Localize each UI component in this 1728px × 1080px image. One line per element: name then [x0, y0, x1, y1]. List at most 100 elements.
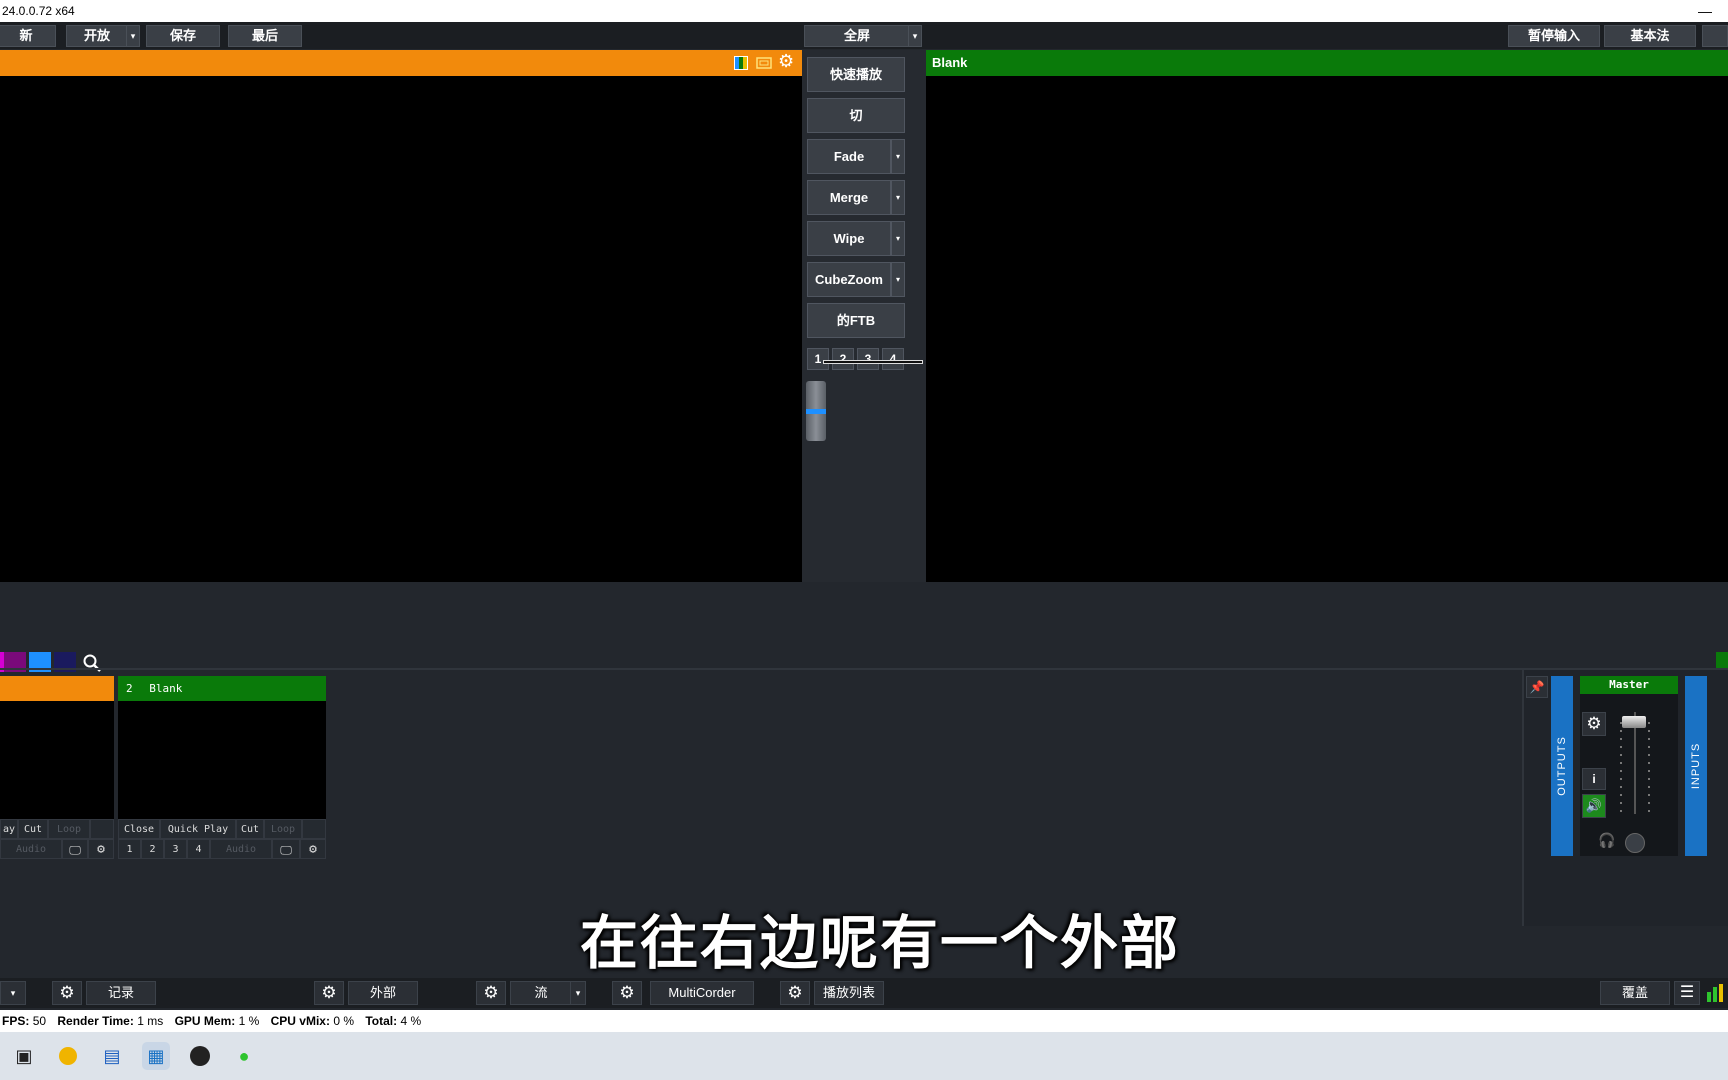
- open-button[interactable]: 开放: [66, 25, 128, 47]
- last-button[interactable]: 最后: [228, 25, 302, 47]
- input-1-loop-button[interactable]: Loop: [48, 819, 90, 839]
- input-2-close-button[interactable]: Close: [118, 819, 160, 839]
- notepad-app-icon[interactable]: ▤: [98, 1042, 126, 1070]
- master-channel-title: Master: [1580, 676, 1678, 694]
- input-2-quick-play-button[interactable]: Quick Play: [160, 819, 236, 839]
- master-fader-handle[interactable]: [1622, 716, 1646, 728]
- input-1-cut-button[interactable]: Cut: [18, 819, 48, 839]
- wipe-dropdown-button[interactable]: ▾: [891, 221, 905, 256]
- cut-button[interactable]: 切: [807, 98, 905, 133]
- master-meter-left: [1620, 716, 1622, 812]
- input-2-overlay-2-button[interactable]: 2: [141, 839, 164, 859]
- menu-icon[interactable]: ☰: [1674, 981, 1700, 1005]
- preview-settings-gear-icon[interactable]: ⚙: [778, 51, 794, 72]
- merge-button[interactable]: Merge: [807, 180, 891, 215]
- stream-settings-gear-icon[interactable]: ⚙: [476, 981, 506, 1005]
- playlist-button[interactable]: 播放列表: [814, 981, 884, 1005]
- minimize-button[interactable]: —: [1698, 0, 1712, 22]
- multicorder-button[interactable]: MultiCorder: [650, 981, 754, 1005]
- safe-area-icon[interactable]: [756, 56, 772, 70]
- record-settings-gear-icon[interactable]: ⚙: [52, 981, 82, 1005]
- input-2-header[interactable]: 2 Blank: [118, 676, 326, 701]
- playlist-settings-gear-icon[interactable]: ⚙: [780, 981, 810, 1005]
- external-button[interactable]: 外部: [348, 981, 418, 1005]
- gpu-mem-label: GPU Mem:: [174, 1014, 236, 1028]
- search-icon[interactable]: [82, 653, 102, 673]
- input-2-controls: Close Quick Play Cut Loop: [118, 819, 326, 839]
- total-value: 4 %: [400, 1014, 422, 1028]
- input-2-overlay-4-button[interactable]: 4: [187, 839, 210, 859]
- input-1-monitor-icon[interactable]: 🖵: [62, 839, 88, 859]
- fullscreen-button[interactable]: 全屏: [804, 25, 910, 47]
- input-2-title: Blank: [149, 682, 183, 695]
- pin-icon[interactable]: 📌: [1526, 676, 1548, 698]
- color-bars-icon[interactable]: [734, 56, 748, 70]
- input-1-sub-controls: Audio 🖵 ⚙: [0, 839, 114, 859]
- input-2-thumbnail[interactable]: [118, 701, 326, 819]
- input-1-header[interactable]: [0, 676, 114, 701]
- render-time-value: 1 ms: [137, 1014, 164, 1028]
- overlay-button[interactable]: 覆盖: [1600, 981, 1670, 1005]
- input-2-cut-button[interactable]: Cut: [236, 819, 264, 839]
- master-speaker-icon[interactable]: 🔊: [1582, 794, 1606, 818]
- record-button[interactable]: 记录: [86, 981, 156, 1005]
- wechat-app-icon[interactable]: ●: [230, 1042, 258, 1070]
- multicorder-settings-gear-icon[interactable]: ⚙: [612, 981, 642, 1005]
- external-settings-gear-icon[interactable]: ⚙: [314, 981, 344, 1005]
- input-1-gear-icon[interactable]: ⚙: [88, 839, 114, 859]
- basic-button[interactable]: 基本法: [1604, 25, 1696, 47]
- fade-dropdown-button[interactable]: ▾: [891, 139, 905, 174]
- ftb-button[interactable]: 的FTB: [807, 303, 905, 338]
- input-1-thumbnail[interactable]: [0, 701, 114, 819]
- stream-dropdown-button[interactable]: ▾: [570, 981, 586, 1005]
- input-1-blank-cell: [90, 819, 114, 839]
- quick-play-button[interactable]: 快速播放: [807, 57, 905, 92]
- gpu-mem-value: 1 %: [238, 1014, 260, 1028]
- input-2-audio-button[interactable]: Audio: [210, 839, 272, 859]
- open-dropdown-button[interactable]: ▾: [126, 25, 140, 47]
- t-bar-indicator: [806, 409, 826, 414]
- pause-input-button[interactable]: 暂停输入: [1508, 25, 1600, 47]
- cubezoom-dropdown-button[interactable]: ▾: [891, 262, 905, 297]
- t-bar-track[interactable]: [823, 360, 923, 364]
- total-label: Total:: [365, 1014, 398, 1028]
- window-title: 24.0.0.72 x64: [2, 4, 75, 18]
- transition-number-2[interactable]: 2: [832, 348, 854, 370]
- merge-dropdown-button[interactable]: ▾: [891, 180, 905, 215]
- input-1-audio-button[interactable]: Audio: [0, 839, 62, 859]
- master-info-button[interactable]: i: [1582, 768, 1606, 790]
- task-view-icon[interactable]: ▣: [10, 1042, 38, 1070]
- master-channel: [1580, 676, 1678, 856]
- wipe-button[interactable]: Wipe: [807, 221, 891, 256]
- transition-number-4[interactable]: 4: [882, 348, 904, 370]
- fade-button[interactable]: Fade: [807, 139, 891, 174]
- input-2-loop-button[interactable]: Loop: [264, 819, 302, 839]
- input-1-quick-play-button[interactable]: ay: [0, 819, 18, 839]
- browser-app-icon[interactable]: [54, 1042, 82, 1070]
- save-button[interactable]: 保存: [146, 25, 220, 47]
- os-taskbar: ▣ ▤ ▦ ●: [0, 1032, 1728, 1080]
- inputs-tab[interactable]: INPUTS: [1685, 676, 1707, 856]
- stream-button[interactable]: 流: [510, 981, 572, 1005]
- input-2-overlay-3-button[interactable]: 3: [164, 839, 187, 859]
- obs-app-icon[interactable]: [186, 1042, 214, 1070]
- left-dropdown-button[interactable]: ▾: [0, 981, 26, 1005]
- fps-value: 50: [32, 1014, 47, 1028]
- input-2-overlay-1-button[interactable]: 1: [118, 839, 141, 859]
- master-settings-gear-icon[interactable]: ⚙: [1582, 712, 1606, 736]
- fullscreen-dropdown-button[interactable]: ▾: [908, 25, 922, 47]
- transition-number-3[interactable]: 3: [857, 348, 879, 370]
- transition-number-1[interactable]: 1: [807, 348, 829, 370]
- input-2-number: 2: [126, 682, 133, 695]
- outputs-tab[interactable]: OUTPUTS: [1551, 676, 1573, 856]
- headphones-icon[interactable]: 🎧: [1598, 832, 1615, 849]
- new-button[interactable]: 新: [0, 25, 56, 47]
- more-button[interactable]: [1702, 25, 1728, 47]
- vmix-app-icon[interactable]: ▦: [142, 1042, 170, 1070]
- headphone-volume-knob[interactable]: [1625, 833, 1645, 853]
- cubezoom-button[interactable]: CubeZoom: [807, 262, 891, 297]
- input-2-gear-icon[interactable]: ⚙: [300, 839, 326, 859]
- input-2-sub-controls: 1 2 3 4 Audio 🖵 ⚙: [118, 839, 326, 859]
- input-2-monitor-icon[interactable]: 🖵: [272, 839, 300, 859]
- level-bars-icon: [1707, 984, 1723, 1002]
